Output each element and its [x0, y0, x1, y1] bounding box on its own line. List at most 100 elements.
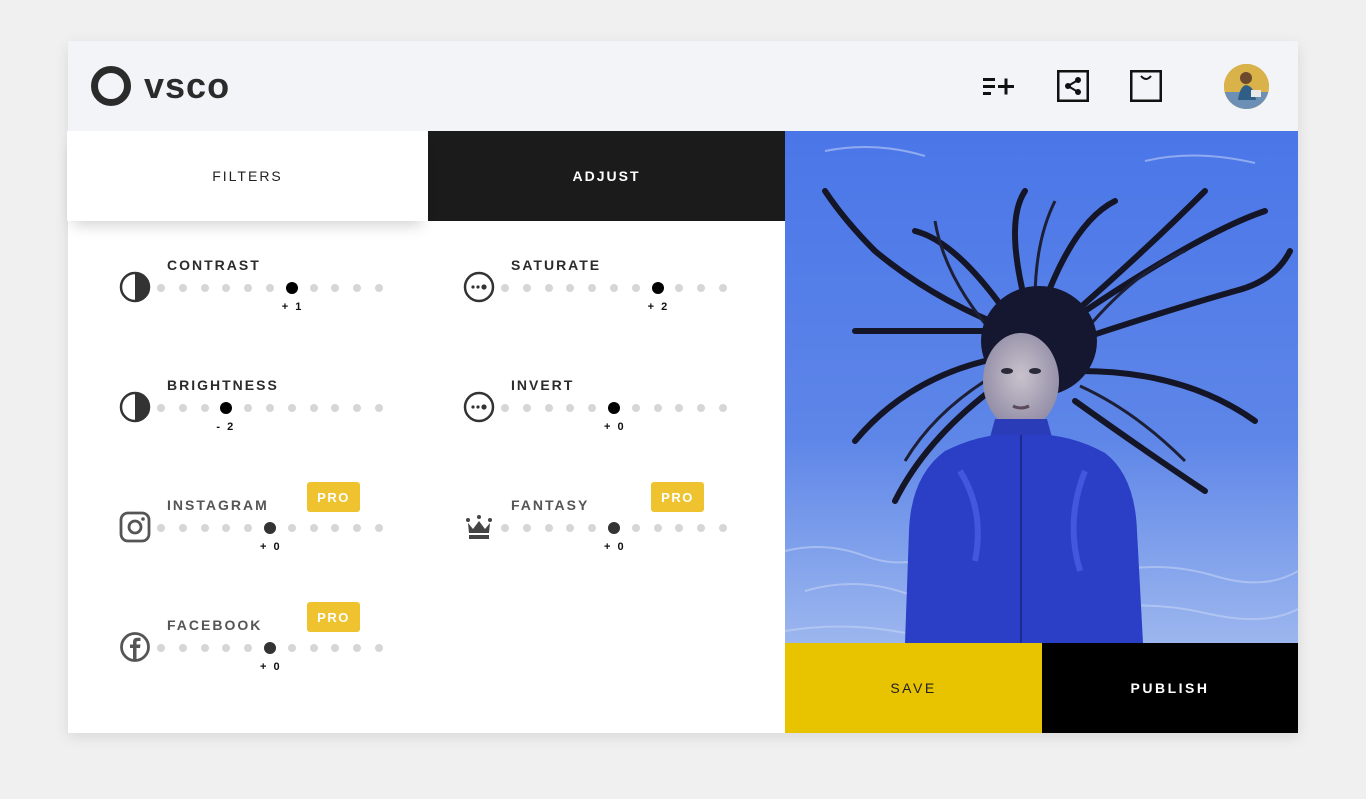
fantasy-slider[interactable]: [501, 522, 731, 534]
share-icon[interactable]: [1057, 70, 1089, 102]
saturate-slider[interactable]: [501, 282, 731, 294]
slider-step-dot[interactable]: [178, 404, 187, 412]
slider-step-dot[interactable]: [200, 644, 209, 652]
brand-logo[interactable]: vsco: [91, 66, 230, 106]
slider-step-dot[interactable]: [522, 524, 531, 532]
slider-step-dot[interactable]: [675, 524, 684, 532]
slider-step-dot[interactable]: [287, 524, 296, 532]
slider-step-dot[interactable]: [178, 284, 187, 292]
slider-step-dot[interactable]: [719, 404, 727, 412]
slider-step-dot[interactable]: [697, 524, 706, 532]
slider-step-dot[interactable]: [200, 404, 209, 412]
slider-step-dot[interactable]: [522, 284, 531, 292]
slider-step-dot[interactable]: [588, 404, 597, 412]
slider-step-dot[interactable]: [244, 404, 253, 412]
slider-thumb[interactable]: [651, 282, 664, 294]
photo-preview[interactable]: [785, 131, 1298, 643]
facebook-icon: [119, 631, 151, 663]
slider-step-dot[interactable]: [375, 284, 383, 292]
slider-step-dot[interactable]: [375, 644, 383, 652]
slider-step-dot[interactable]: [222, 524, 231, 532]
slider-step-dot[interactable]: [178, 644, 187, 652]
slider-step-dot[interactable]: [266, 284, 274, 292]
slider-step-dot[interactable]: [501, 404, 509, 412]
slider-step-dot[interactable]: [331, 284, 340, 292]
slider-step-dot[interactable]: [631, 404, 640, 412]
slider-step-dot[interactable]: [287, 644, 296, 652]
slider-thumb[interactable]: [264, 642, 276, 654]
slider-step-dot[interactable]: [675, 284, 684, 292]
slider-step-dot[interactable]: [719, 524, 727, 532]
slider-step-dot[interactable]: [588, 284, 597, 292]
playlist-add-icon[interactable]: [982, 71, 1016, 101]
slider-step-dot[interactable]: [157, 284, 165, 292]
slider-step-dot[interactable]: [544, 404, 553, 412]
contrast-slider[interactable]: [157, 282, 387, 294]
slider-thumb[interactable]: [264, 522, 276, 534]
slider-thumb[interactable]: [608, 522, 620, 534]
slider-step-dot[interactable]: [588, 524, 597, 532]
editor-tabs: FILTERS ADJUST: [67, 131, 785, 221]
slider-step-dot[interactable]: [222, 284, 231, 292]
slider-step-dot[interactable]: [331, 404, 340, 412]
slider-step-dot[interactable]: [501, 284, 509, 292]
slider-step-dot[interactable]: [631, 524, 640, 532]
invert-slider[interactable]: [501, 402, 731, 414]
slider-step-dot[interactable]: [566, 524, 575, 532]
shopping-bag-icon[interactable]: [1130, 70, 1162, 102]
slider-thumb[interactable]: [220, 402, 233, 414]
slider-step-dot[interactable]: [544, 524, 553, 532]
slider-step-dot[interactable]: [375, 404, 383, 412]
slider-step-dot[interactable]: [675, 404, 684, 412]
slider-step-dot[interactable]: [157, 404, 165, 412]
app-header: vsco: [68, 41, 1298, 131]
slider-step-dot[interactable]: [697, 284, 706, 292]
slider-step-dot[interactable]: [566, 404, 575, 412]
slider-step-dot[interactable]: [309, 284, 318, 292]
publish-button[interactable]: PUBLISH: [1042, 643, 1298, 733]
slider-step-dot[interactable]: [157, 524, 165, 532]
adjust-value: + 2: [647, 301, 670, 313]
slider-step-dot[interactable]: [287, 404, 296, 412]
slider-step-dot[interactable]: [353, 524, 362, 532]
slider-step-dot[interactable]: [544, 284, 553, 292]
slider-step-dot[interactable]: [501, 524, 509, 532]
slider-step-dot[interactable]: [331, 644, 340, 652]
slider-step-dot[interactable]: [353, 644, 362, 652]
slider-step-dot[interactable]: [375, 524, 383, 532]
slider-step-dot[interactable]: [244, 644, 253, 652]
slider-step-dot[interactable]: [178, 524, 187, 532]
slider-step-dot[interactable]: [200, 284, 209, 292]
user-avatar[interactable]: [1224, 64, 1269, 109]
adjust-instagram: INSTAGRAM PRO + 0: [119, 482, 419, 577]
brightness-slider[interactable]: [157, 402, 387, 414]
slider-thumb[interactable]: [285, 282, 298, 294]
slider-step-dot[interactable]: [331, 524, 340, 532]
slider-step-dot[interactable]: [222, 644, 231, 652]
slider-thumb[interactable]: [608, 402, 620, 414]
slider-step-dot[interactable]: [200, 524, 209, 532]
slider-step-dot[interactable]: [719, 284, 727, 292]
slider-step-dot[interactable]: [353, 284, 362, 292]
slider-step-dot[interactable]: [353, 404, 362, 412]
slider-step-dot[interactable]: [266, 404, 274, 412]
pro-badge: PRO: [307, 482, 360, 512]
tab-adjust[interactable]: ADJUST: [428, 131, 785, 221]
tab-filters[interactable]: FILTERS: [67, 131, 428, 221]
slider-step-dot[interactable]: [697, 404, 706, 412]
slider-step-dot[interactable]: [157, 644, 165, 652]
instagram-slider[interactable]: [157, 522, 387, 534]
slider-step-dot[interactable]: [309, 644, 318, 652]
slider-step-dot[interactable]: [566, 284, 575, 292]
slider-step-dot[interactable]: [522, 404, 531, 412]
slider-step-dot[interactable]: [244, 284, 253, 292]
slider-step-dot[interactable]: [653, 524, 662, 532]
save-button[interactable]: SAVE: [785, 643, 1042, 733]
slider-step-dot[interactable]: [653, 404, 662, 412]
facebook-slider[interactable]: [157, 642, 387, 654]
slider-step-dot[interactable]: [631, 284, 640, 292]
slider-step-dot[interactable]: [309, 524, 318, 532]
slider-step-dot[interactable]: [610, 284, 618, 292]
slider-step-dot[interactable]: [244, 524, 253, 532]
slider-step-dot[interactable]: [309, 404, 318, 412]
